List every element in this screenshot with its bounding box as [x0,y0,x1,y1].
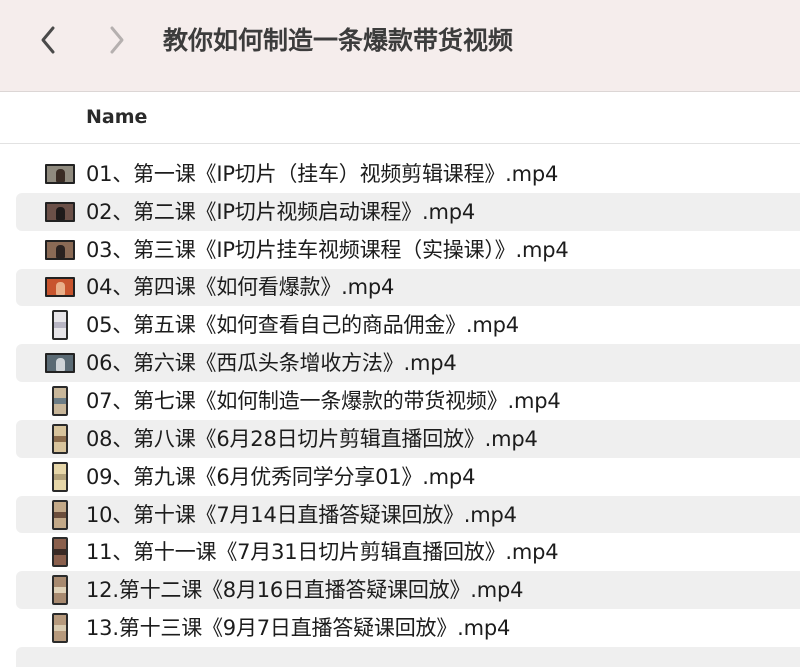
toolbar: 教你如何制造一条爆款带货视频 [0,0,800,92]
video-thumbnail-icon [44,385,76,416]
file-name: 03、第三课《IP切片挂车视频课程（实操课）》.mp4 [86,237,569,262]
file-name: 12.第十二课《8月16日直播答疑课回放》.mp4 [86,578,524,603]
file-name: 01、第一课《IP切片（挂车）视频剪辑课程》.mp4 [86,161,559,186]
video-thumbnail-icon [44,461,76,492]
video-thumbnail-icon [44,499,76,530]
back-button[interactable] [28,20,68,60]
video-thumbnail-icon [44,310,76,341]
file-name: 08、第八课《6月28日切片剪辑直播回放》.mp4 [86,426,538,451]
file-row[interactable]: 07、第七课《如何制造一条爆款的带货视频》.mp4 [16,382,800,420]
video-thumbnail-icon [44,537,76,568]
window-title: 教你如何制造一条爆款带货视频 [163,26,514,55]
file-row[interactable]: 09、第九课《6月优秀同学分享01》.mp4 [16,458,800,496]
file-row[interactable]: 05、第五课《如何查看自己的商品佣金》.mp4 [16,306,800,344]
video-thumbnail-icon [44,575,76,606]
file-name: 04、第四课《如何看爆款》.mp4 [86,275,395,300]
video-thumbnail-icon [44,197,76,227]
file-row[interactable]: 06、第六课《西瓜头条增收方法》.mp4 [16,344,800,383]
column-header-name[interactable]: Name [86,104,147,130]
file-name: 06、第六课《西瓜头条增收方法》.mp4 [86,351,457,376]
video-thumbnail-icon [44,272,76,302]
file-row[interactable]: 04、第四课《如何看爆款》.mp4 [16,268,800,307]
video-thumbnail-icon [44,159,76,189]
chevron-left-icon [41,26,55,54]
file-name: 10、第十课《7月14日直播答疑课回放》.mp4 [86,502,517,527]
file-row[interactable]: 10、第十课《7月14日直播答疑课回放》.mp4 [16,495,800,534]
forward-button[interactable] [97,20,137,60]
file-row[interactable]: 08、第八课《6月28日切片剪辑直播回放》.mp4 [16,419,800,458]
file-name: 13.第十三课《9月7日直播答疑课回放》.mp4 [86,616,511,641]
file-row[interactable]: 01、第一课《IP切片（挂车）视频剪辑课程》.mp4 [16,155,800,193]
file-name: 11、第十一课《7月31日切片剪辑直播回放》.mp4 [86,540,559,565]
file-name: 09、第九课《6月优秀同学分享01》.mp4 [86,464,476,489]
video-thumbnail-icon [44,613,76,644]
file-row[interactable]: 12.第十二课《8月16日直播答疑课回放》.mp4 [16,571,800,610]
column-header-bar: Name [0,92,800,144]
file-name: 02、第二课《IP切片视频启动课程》.mp4 [86,199,476,224]
file-name: 05、第五课《如何查看自己的商品佣金》.mp4 [86,313,519,338]
chevron-right-icon [110,26,124,54]
video-thumbnail-icon [44,423,76,454]
video-thumbnail-icon [44,348,76,378]
video-thumbnail-icon [44,235,76,265]
file-list: 01、第一课《IP切片（挂车）视频剪辑课程》.mp4 02、第二课《IP切片视频启… [16,155,800,647]
file-row[interactable]: 02、第二课《IP切片视频启动课程》.mp4 [16,192,800,231]
file-row[interactable]: 11、第十一课《7月31日切片剪辑直播回放》.mp4 [16,533,800,571]
empty-list-row [16,647,800,667]
file-name: 07、第七课《如何制造一条爆款的带货视频》.mp4 [86,388,561,413]
file-row[interactable]: 13.第十三课《9月7日直播答疑课回放》.mp4 [16,609,800,647]
file-row[interactable]: 03、第三课《IP切片挂车视频课程（实操课）》.mp4 [16,231,800,269]
